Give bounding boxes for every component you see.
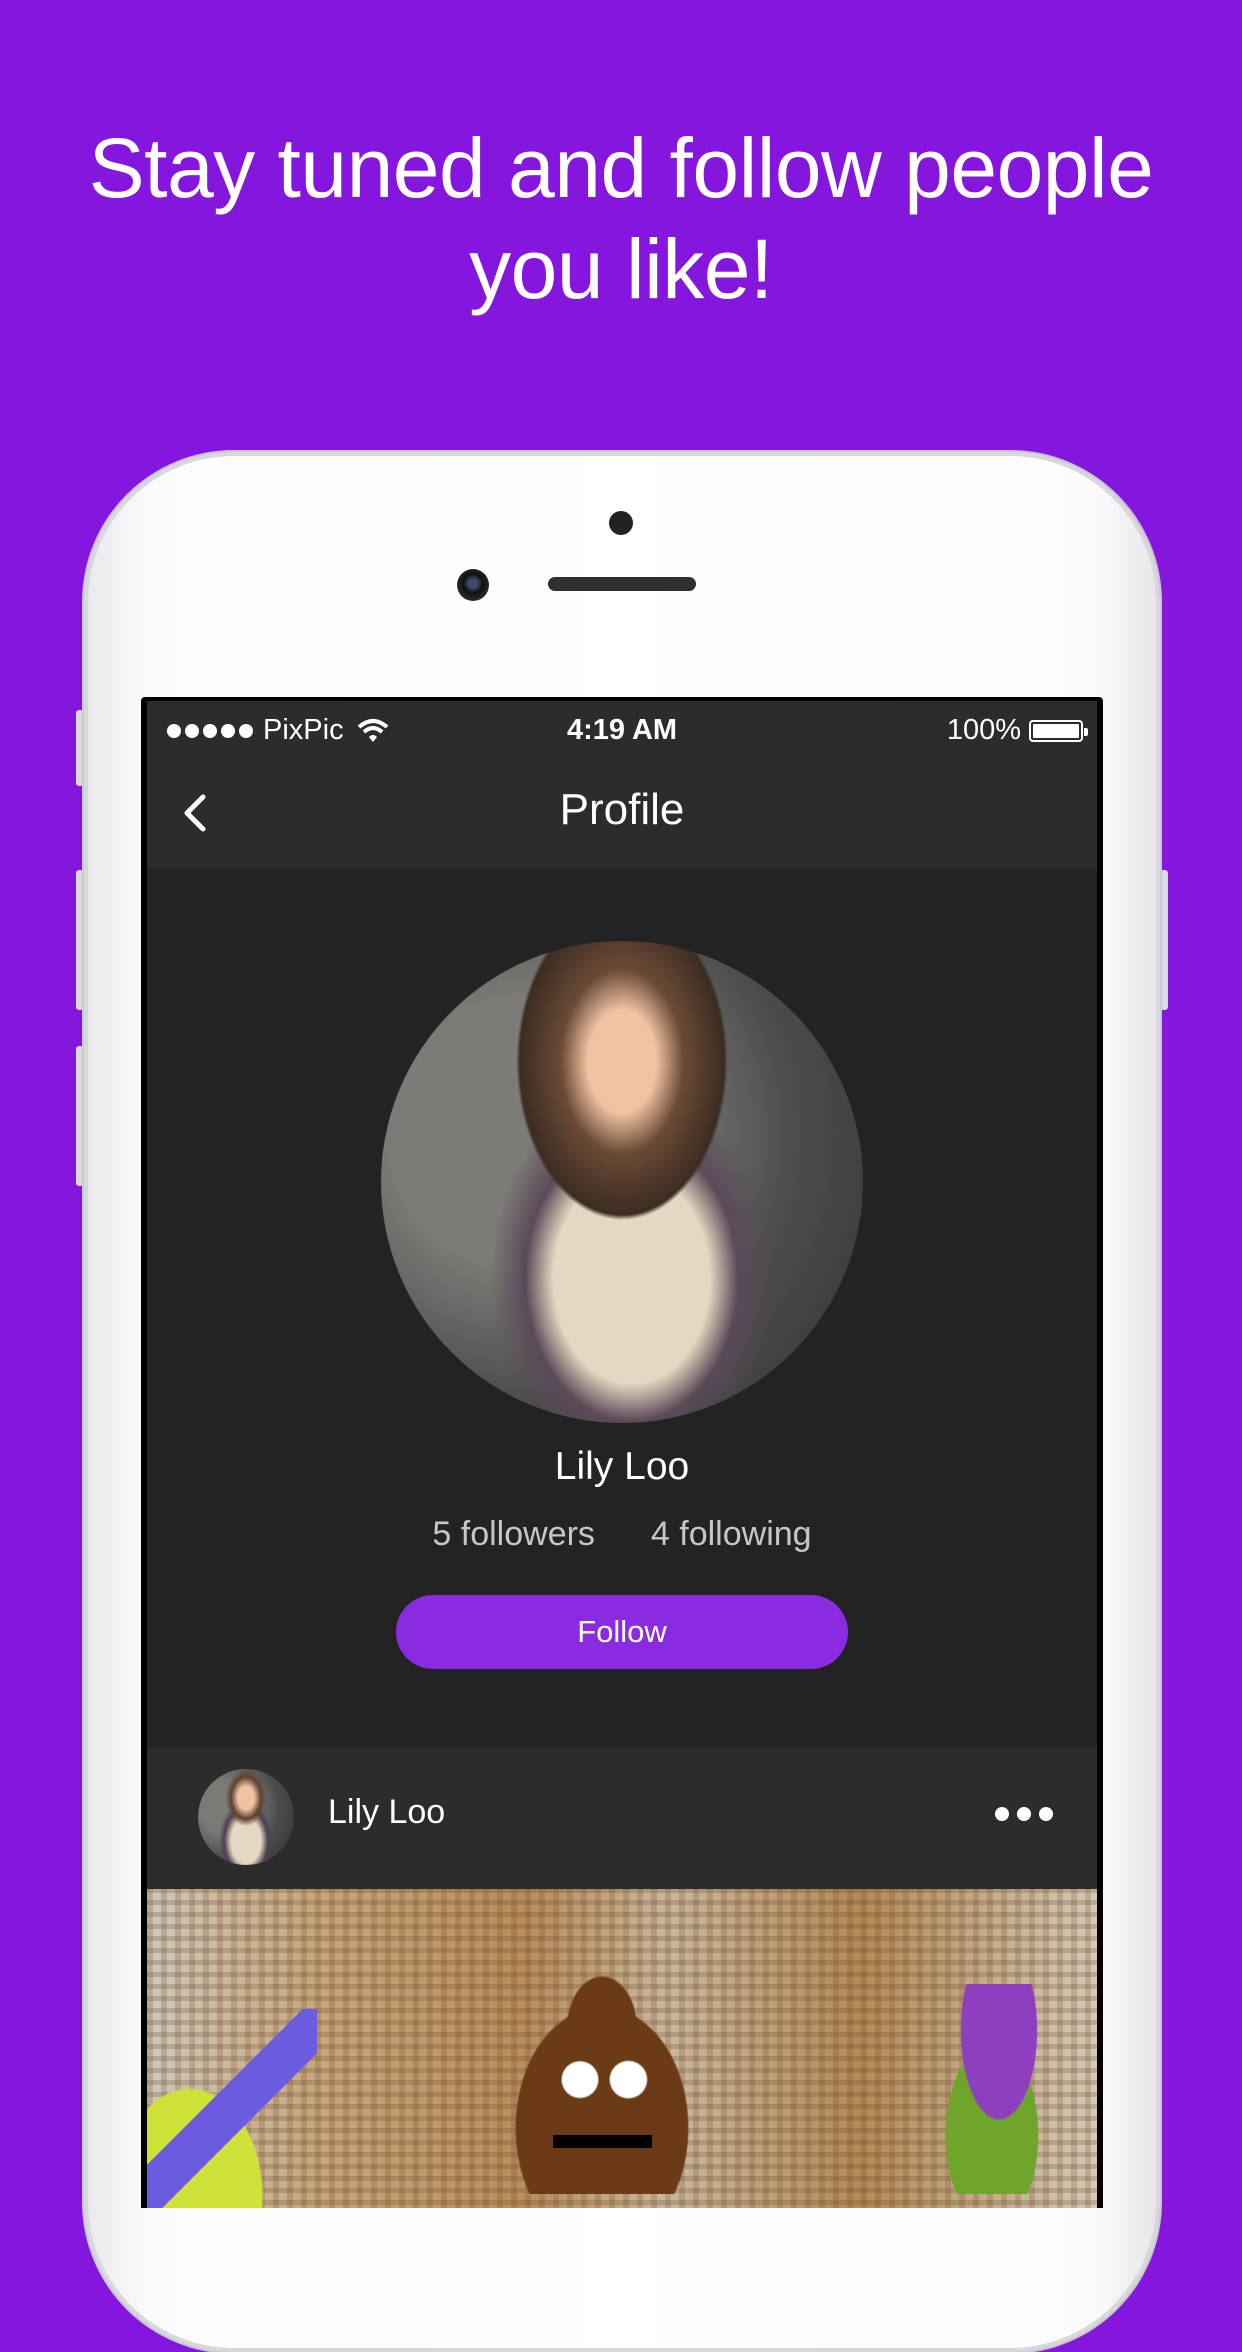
- earpiece-speaker: [548, 577, 696, 591]
- phone-screen: PixPic 4:19 AM 100% Profile Lily Loo 5 f…: [141, 697, 1103, 2208]
- page-title: Profile: [559, 785, 685, 834]
- phone-volume-down: [76, 1046, 84, 1186]
- more-dots-icon[interactable]: [995, 1807, 1053, 1821]
- app-screen: PixPic 4:19 AM 100% Profile Lily Loo 5 f…: [147, 701, 1097, 2208]
- nav-bar: Profile: [147, 757, 1097, 869]
- post-image[interactable]: [147, 1889, 1097, 2208]
- pixel-guitar-sticker: [147, 2009, 317, 2208]
- followers-count[interactable]: 5 followers: [432, 1515, 595, 1554]
- battery-icon: [1029, 719, 1088, 742]
- headline-line-1: Stay tuned and follow people: [88, 121, 1154, 215]
- front-camera-icon: [457, 569, 489, 601]
- profile-stats: 5 followers 4 following: [147, 1515, 1097, 1554]
- headline-line-2: you like!: [469, 222, 773, 316]
- profile-name: Lily Loo: [554, 1445, 690, 1488]
- battery-percent: 100%: [946, 714, 1021, 746]
- status-bar: PixPic 4:19 AM 100%: [147, 701, 1097, 757]
- phone-power-button: [1160, 870, 1168, 1010]
- follow-button[interactable]: Follow: [396, 1595, 848, 1669]
- pixel-bow-sticker: [929, 1984, 1069, 2194]
- proximity-sensor: [609, 511, 633, 535]
- profile-avatar: [381, 941, 863, 1423]
- post-author-name[interactable]: Lily Loo: [328, 1793, 445, 1832]
- phone-mute-switch: [76, 710, 84, 786]
- post-author-avatar[interactable]: [198, 1769, 294, 1865]
- phone-volume-up: [76, 870, 84, 1010]
- headline: Stay tuned and follow people you like!: [0, 118, 1242, 320]
- post-header: Lily Loo: [147, 1747, 1097, 1889]
- pixel-poop-emoji-sticker: [492, 1974, 712, 2194]
- status-right: 100%: [946, 714, 1088, 747]
- following-count[interactable]: 4 following: [651, 1515, 812, 1554]
